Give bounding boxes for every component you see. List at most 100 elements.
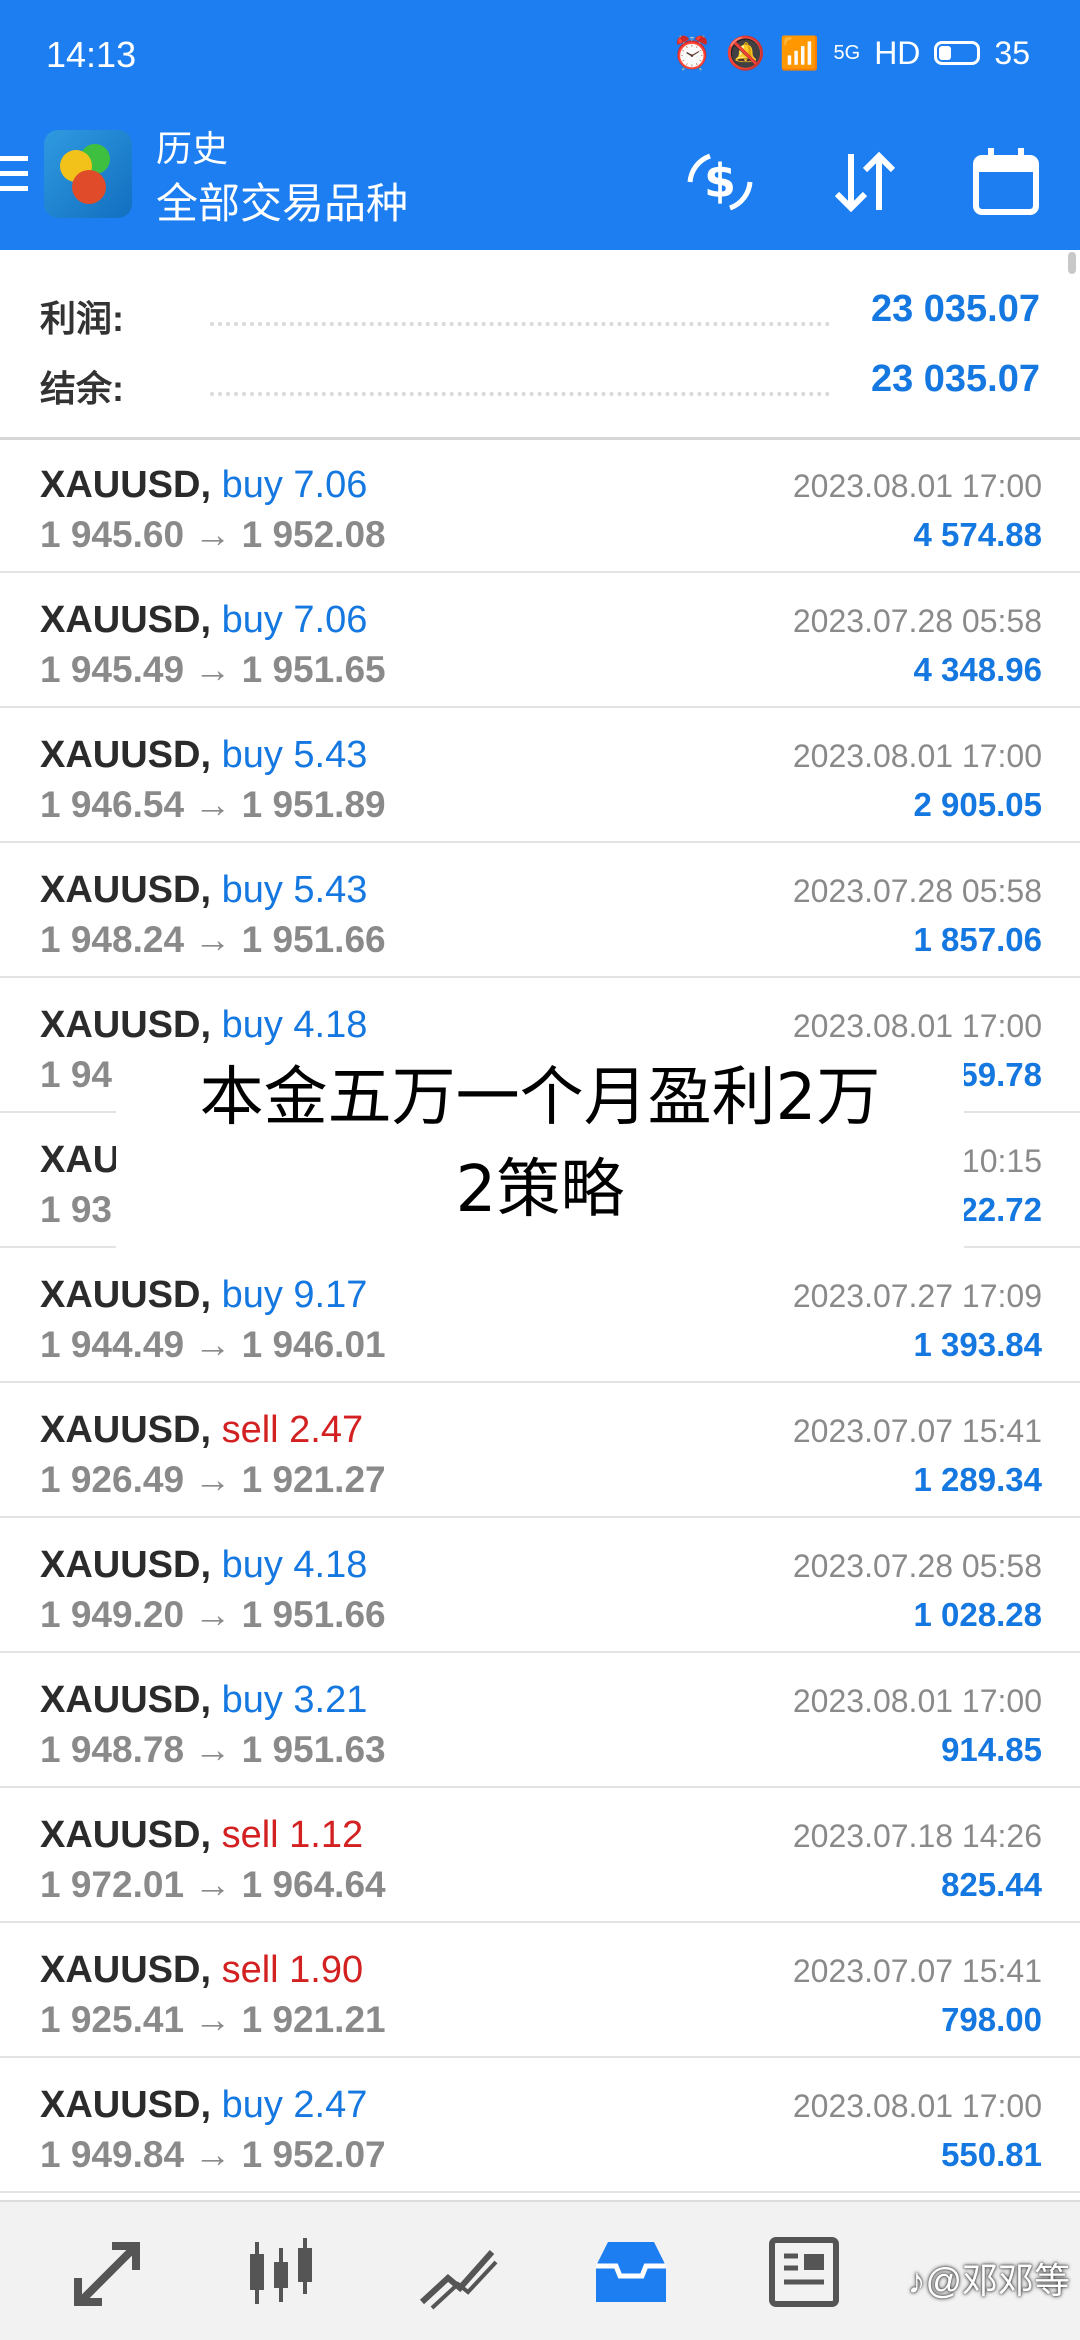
trade-side-volume: buy 4.18	[221, 1004, 368, 1046]
trade-profit: 4 574.88	[913, 516, 1042, 553]
trade-profit: 914.85	[941, 1731, 1042, 1768]
symbol-label: XAUUSD,	[40, 734, 212, 776]
arrow-right-icon: →	[184, 514, 242, 555]
balance-value: 23 035.07	[870, 358, 1040, 400]
trade-prices: 1 94	[40, 1054, 112, 1096]
open-price: 1 926.49	[40, 1459, 185, 1500]
profit-value: 23 035.07	[870, 288, 1040, 330]
trade-symbol: XAUUSD, buy 5.43	[40, 869, 367, 912]
trade-row[interactable]: XAUUSD, sell 1.90 1 925.41 → 1 921.21 2023…	[0, 1925, 1080, 2058]
trade-side-volume: buy 9.17	[221, 1274, 368, 1316]
trade-row[interactable]: XAUUSD, buy 7.06 1 945.60 → 1 952.08 2023.…	[0, 440, 1080, 573]
arrow-right-icon: →	[184, 2134, 242, 2175]
profit-label: 利润:	[40, 298, 124, 339]
trade-prices: 1 944.49 → 1 946.01	[40, 1324, 386, 1366]
arrow-right-icon: →	[184, 1729, 242, 1770]
trade-row[interactable]: XAUUSD, buy 4.18 1 949.20 → 1 951.66 2023.…	[0, 1520, 1080, 1653]
trade-symbol: XAUUSD, buy 5.43	[40, 734, 367, 777]
open-price: 1 925.41	[40, 1999, 185, 2040]
close-price: 1 946.01	[241, 1324, 386, 1365]
arrow-right-icon: →	[184, 1594, 242, 1635]
trade-symbol: XAUUSD, buy 7.06	[40, 464, 367, 507]
overlay-caption: 本金五万一个月盈利2万 2策略	[116, 1052, 964, 1252]
trade-symbol: XAUUSD, buy 2.47	[40, 2084, 367, 2127]
battery-icon	[934, 41, 981, 65]
trade-row[interactable]: XAUUSD, buy 2.47 1 949.84 → 1 952.07 2023.…	[0, 2060, 1080, 2193]
status-time: 14:13	[46, 34, 137, 75]
balance-label: 结余:	[40, 368, 124, 409]
close-price: 1 951.89	[241, 784, 386, 825]
trade-profit: 1 857.06	[913, 921, 1042, 958]
open-price: 1 93	[40, 1189, 113, 1230]
trade-profit: 59.78	[959, 1056, 1042, 1093]
trade-row[interactable]: XAUUSD, sell 2.47 1 926.49 → 1 921.27 2023…	[0, 1385, 1080, 1518]
page-title: 历史	[156, 128, 229, 169]
trade-prices: 1 93	[40, 1189, 112, 1231]
summary-panel: 利润: 23 035.07 结余: 23 035.07	[0, 250, 1080, 440]
trade-time: 2023.07.07 15:41	[792, 1953, 1042, 1989]
open-price: 1 949.20	[40, 1594, 185, 1635]
trade-time: 2023.08.01 17:00	[792, 2088, 1042, 2124]
close-price: 1 951.65	[241, 649, 386, 690]
trade-prices: 1 926.49 → 1 921.27	[40, 1459, 386, 1501]
trade-side-volume: sell 1.90	[221, 1949, 364, 1991]
trade-time: 2023.07.27 17:09	[792, 1278, 1042, 1314]
menu-icon[interactable]	[0, 156, 28, 208]
close-price: 1 952.08	[241, 514, 386, 555]
network-label: 5G	[833, 41, 861, 64]
bottom-nav: ♪@邓邓等	[0, 2200, 1080, 2340]
trade-profit: 1 393.84	[913, 1326, 1042, 1363]
trade-side-volume: buy 2.47	[221, 2084, 368, 2126]
trade-time: 2023.07.07 15:41	[792, 1413, 1042, 1449]
trade-row[interactable]: XAUUSD, sell 1.12 1 972.01 → 1 964.64 2023…	[0, 1790, 1080, 1923]
arrow-right-icon: →	[184, 1864, 242, 1905]
trade-prices: 1 946.54 → 1 951.89	[40, 784, 386, 826]
symbol-label: XAUUSD,	[40, 1004, 212, 1046]
trade-row[interactable]: XAUUSD, buy 7.06 1 945.49 → 1 951.65 2023.…	[0, 575, 1080, 708]
trade-symbol: XAUUSD, sell 1.90	[40, 1949, 363, 1992]
close-price: 1 921.27	[241, 1459, 386, 1500]
trade-row[interactable]: XAUUSD, buy 5.43 1 946.54 → 1 951.89 2023.…	[0, 710, 1080, 843]
close-price: 1 964.64	[241, 1864, 386, 1905]
trade-profit: 2 905.05	[913, 786, 1042, 823]
trade-prices: 1 945.49 → 1 951.65	[40, 649, 386, 691]
symbol-filter[interactable]: 全部交易品种	[156, 170, 408, 231]
trade-time: 2023.07.28 05:58	[792, 1548, 1042, 1584]
trade-profit: 798.00	[941, 2001, 1042, 2038]
calendar-icon[interactable]	[966, 142, 1046, 222]
open-price: 1 948.78	[40, 1729, 185, 1770]
news-icon[interactable]	[760, 2232, 850, 2312]
status-icons: ⏰ 🔕 📶 5G HD 35	[672, 34, 1030, 72]
trade-time: 2023.07.28 05:58	[792, 603, 1042, 639]
trade-row[interactable]: XAUUSD, buy 3.21 1 948.78 → 1 951.63 2023.…	[0, 1655, 1080, 1788]
trade-symbol: XAUUSD, sell 1.12	[40, 1814, 363, 1857]
arrow-right-icon: →	[184, 1324, 242, 1365]
currency-swap-icon[interactable]: $	[680, 142, 760, 222]
profit-row: 利润: 23 035.07	[0, 278, 1080, 348]
chart-icon[interactable]	[236, 2232, 326, 2312]
app-logo	[44, 130, 132, 218]
history-icon[interactable]	[586, 2232, 676, 2312]
close-price: 1 951.66	[241, 919, 386, 960]
arrow-right-icon: →	[184, 784, 242, 825]
trade-symbol: XAUUSD, buy 7.06	[40, 599, 367, 642]
hd-label: HD	[874, 34, 921, 71]
trade-icon[interactable]	[412, 2232, 502, 2312]
trade-profit: 4 348.96	[913, 651, 1042, 688]
trade-side-volume: buy 4.18	[221, 1544, 368, 1586]
sort-icon[interactable]	[825, 142, 905, 222]
scrollbar[interactable]	[1068, 252, 1076, 274]
trade-side-volume: buy 7.06	[221, 464, 368, 506]
trade-row[interactable]: XAUUSD, buy 9.17 1 944.49 → 1 946.01 2023.…	[0, 1250, 1080, 1383]
app-bar: 历史 全部交易品种 $	[0, 120, 1080, 250]
symbol-label: XAUUSD,	[40, 2084, 212, 2126]
trade-profit: 550.81	[941, 2136, 1042, 2173]
trade-row[interactable]: XAUUSD, buy 5.43 1 948.24 → 1 951.66 2023.…	[0, 845, 1080, 978]
open-price: 1 945.49	[40, 649, 185, 690]
quotes-icon[interactable]	[64, 2232, 154, 2312]
symbol-label: XAUUSD,	[40, 1544, 212, 1586]
status-bar: 14:13 ⏰ 🔕 📶 5G HD 35	[0, 0, 1080, 120]
trade-prices: 1 948.78 → 1 951.63	[40, 1729, 386, 1771]
overlay-line-1: 本金五万一个月盈利2万	[199, 1061, 881, 1135]
trade-symbol: XAUUSD, buy 4.18	[40, 1544, 367, 1587]
